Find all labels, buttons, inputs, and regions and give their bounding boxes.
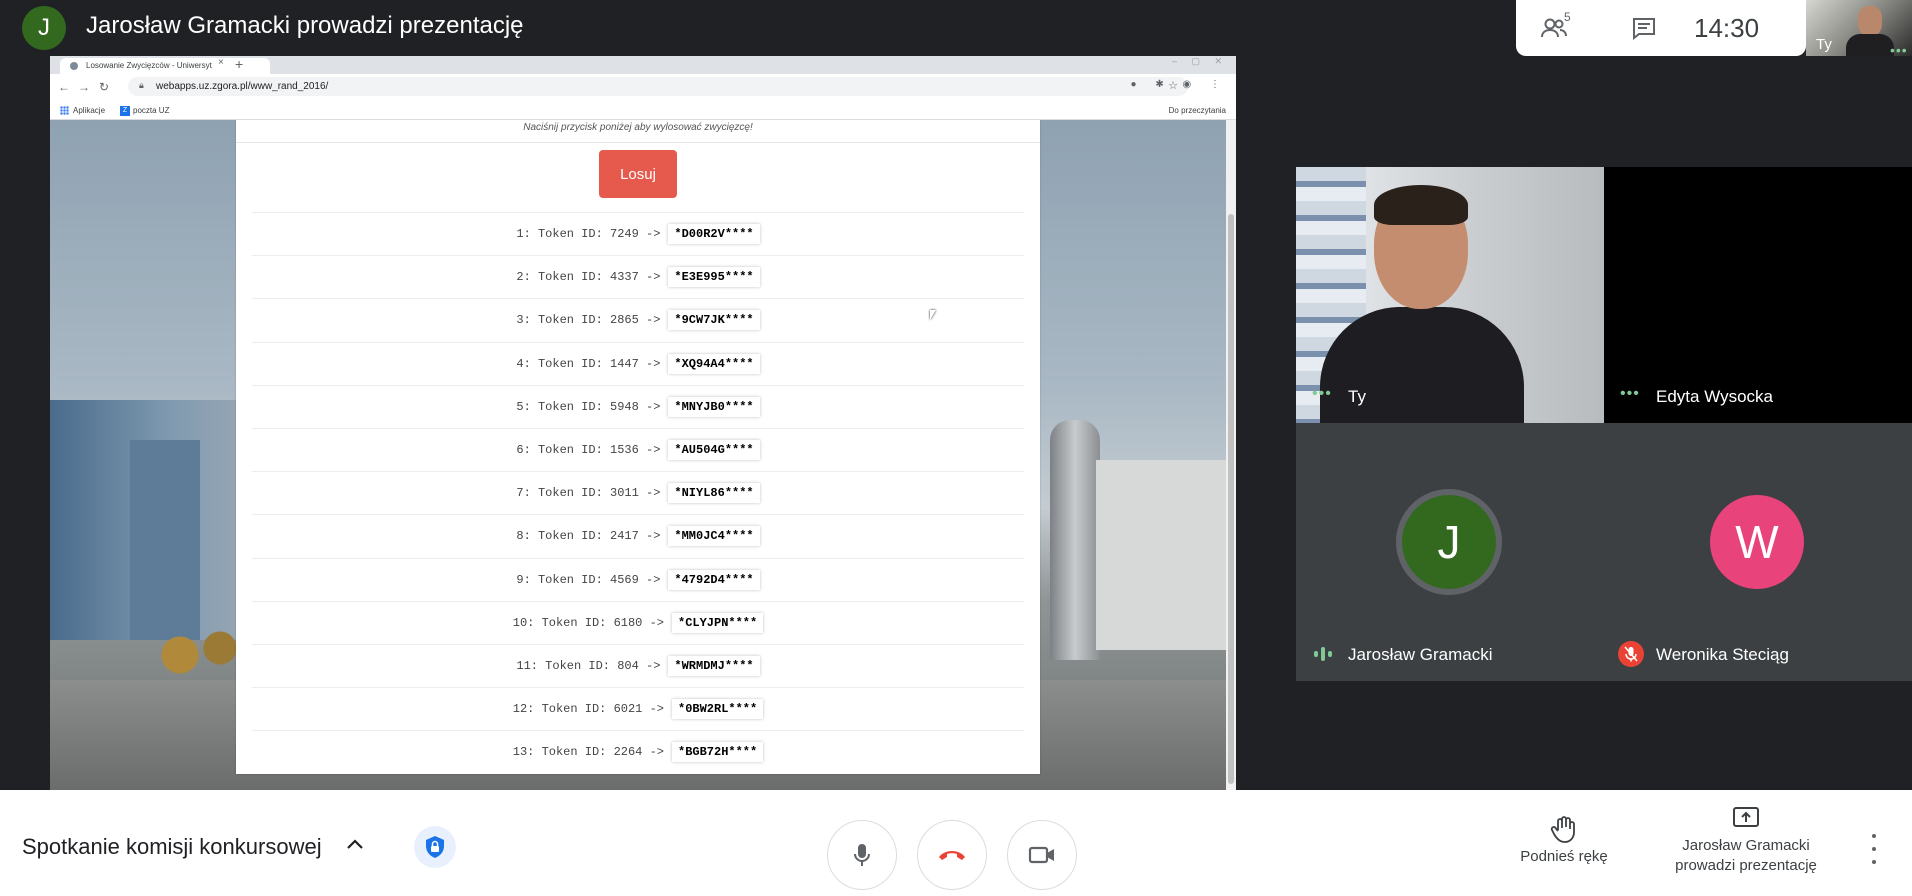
presenter-avatar: J (22, 6, 66, 50)
token-code: *AU504G**** (668, 440, 760, 461)
result-row: 13: Token ID: 2264 -> *BGB72H**** (252, 730, 1024, 773)
hangup-icon (939, 851, 965, 860)
chevron-up-icon[interactable] (346, 834, 364, 855)
lock-icon: 🔒︎ (139, 80, 144, 90)
result-row: 8: Token ID: 2417 -> *MM0JC4**** (252, 514, 1024, 557)
presentation-title: Jarosław Gramacki prowadzi prezentację (86, 12, 524, 39)
result-row: 11: Token ID: 804 -> *WRMDMJ**** (252, 643, 1024, 687)
result-row: 12: Token ID: 6021 -> *0BW2RL**** (252, 687, 1024, 730)
extension-icons[interactable]: ● ✱ ◉ ⋮ (1131, 79, 1228, 90)
result-row: 2: Token ID: 4337 -> *E3E995**** (252, 255, 1024, 298)
hangup-button[interactable] (917, 820, 987, 890)
result-row: 5: Token ID: 5948 -> *MNYJB0**** (252, 384, 1024, 428)
token-code: *E3E995**** (668, 267, 760, 288)
new-tab-icon[interactable]: + (235, 56, 243, 72)
scroll-thumb[interactable] (1228, 214, 1234, 784)
result-row: 6: Token ID: 1536 -> *AU504G**** (252, 427, 1024, 471)
token-code: *WRMDMJ**** (668, 655, 760, 676)
avatar: J (1402, 495, 1496, 589)
token-code: *BGB72H**** (672, 742, 764, 763)
participant-name: Edyta Wysocka (1656, 387, 1773, 406)
instruction-text: Naciśnij przycisk poniżej aby wylosować … (523, 122, 753, 133)
mic-button[interactable] (827, 820, 897, 890)
camera-button[interactable] (1007, 820, 1077, 890)
shared-screen: Losowanie Zwycięzców - Uniwersyt × + – ▢… (50, 56, 1236, 790)
present-label-line2: prowadzi prezentację (1675, 857, 1817, 874)
hand-icon (1550, 816, 1575, 843)
chat-icon (1633, 18, 1655, 40)
bookmarks-bar: Aplikacje Zpoczta UZ Do przeczytania (50, 100, 1236, 120)
participant-tile-self[interactable]: ••• Ty (1296, 167, 1604, 423)
result-row: 7: Token ID: 3011 -> *NIYL86**** (252, 471, 1024, 514)
result-row: 3: Token ID: 2865 -> *9CW7JK**** (252, 298, 1024, 341)
address-bar[interactable]: 🔒︎ webapps.uz.zgora.pl/www_rand_2016/ ☆ (128, 77, 1188, 96)
result-row: 1: Token ID: 7249 -> *D00R2V**** (252, 212, 1024, 255)
token-code: *CLYJPN**** (672, 612, 764, 633)
speaking-indicator: ••• (1890, 42, 1908, 56)
mic-off-icon (1618, 641, 1644, 667)
present-icon (1733, 807, 1759, 827)
window-controls[interactable]: – ▢ ✕ (1172, 56, 1228, 67)
mouse-cursor-icon (930, 310, 940, 320)
browser-tab-strip: Losowanie Zwycięzców - Uniwersyt × + – ▢… (50, 56, 1236, 74)
raise-hand-label: Podnieś rękę (1520, 848, 1608, 865)
back-icon[interactable]: ← (54, 80, 74, 94)
tab-close-icon[interactable]: × (218, 58, 224, 68)
participant-tile-jaroslaw[interactable]: J Jarosław Gramacki (1296, 423, 1604, 681)
browser-toolbar: ← → ↻ 🔒︎ webapps.uz.zgora.pl/www_rand_20… (50, 74, 1236, 100)
poczta-icon: Z (120, 106, 130, 116)
meeting-title[interactable]: Spotkanie komisji konkursowej (22, 834, 322, 860)
bottom-bar: Spotkanie komisji konkursowej Podnieś rę… (0, 790, 1912, 896)
token-code: *4792D4**** (668, 569, 760, 590)
bookmark-apps[interactable]: Aplikacje (60, 106, 105, 116)
token-code: *NIYL86**** (668, 483, 760, 504)
draw-panel: Naciśnij przycisk poniżej aby wylosować … (236, 120, 1040, 774)
present-button[interactable]: Jarosław Gramacki prowadzi prezentację (1656, 806, 1836, 876)
participant-name: Weronika Steciąg (1656, 645, 1789, 664)
more-vert-icon[interactable] (1864, 834, 1884, 864)
top-bar: J Jarosław Gramacki prowadzi prezentację… (0, 0, 1912, 56)
page-scrollbar[interactable] (1226, 120, 1236, 790)
speaking-indicator: ••• (1620, 385, 1640, 402)
audio-level-icon (1314, 647, 1332, 661)
participant-tile-weronika[interactable]: W Weronika Steciąg (1604, 423, 1912, 681)
token-code: *XQ94A4**** (668, 353, 760, 374)
forward-icon[interactable]: → (74, 80, 94, 94)
participants-button[interactable]: 5 (1526, 0, 1582, 56)
participant-tile-edyta[interactable]: ••• Edyta Wysocka (1604, 167, 1912, 423)
participants-count: 5 (1564, 10, 1571, 24)
lock-shield-icon[interactable] (414, 826, 456, 868)
self-view-thumbnail[interactable]: Ty ••• (1806, 0, 1912, 56)
chat-button[interactable] (1616, 0, 1672, 56)
clock: 14:30 (1694, 12, 1760, 43)
web-page-viewport: Naciśnij przycisk poniżej aby wylosować … (50, 120, 1236, 790)
token-code: *MNYJB0**** (668, 396, 760, 417)
speaking-indicator: ••• (1312, 385, 1332, 402)
apps-grid-icon (60, 106, 69, 116)
tab-title: Losowanie Zwycięzców - Uniwersyt (86, 61, 212, 70)
reload-icon[interactable]: ↻ (94, 80, 114, 94)
mic-icon (854, 844, 870, 866)
result-row: 9: Token ID: 4569 -> *4792D4**** (252, 557, 1024, 601)
top-controls: 5 14:30 (1516, 0, 1806, 56)
token-code: *0BW2RL**** (672, 699, 764, 720)
present-label-line1: Jarosław Gramacki (1682, 837, 1810, 854)
reading-list[interactable]: Do przeczytania (1169, 106, 1226, 115)
bookmark-poczta[interactable]: Zpoczta UZ (120, 106, 169, 116)
token-code: *MM0JC4**** (668, 526, 760, 547)
favicon-icon (70, 62, 78, 70)
participant-name: Jarosław Gramacki (1348, 645, 1493, 664)
self-thumbnail-label: Ty (1816, 36, 1832, 53)
raise-hand-button[interactable]: Podnieś rękę (1502, 814, 1626, 865)
draw-button[interactable]: Losuj (599, 150, 677, 198)
result-row: 4: Token ID: 1447 -> *XQ94A4**** (252, 341, 1024, 385)
avatar: W (1710, 495, 1804, 589)
camera-icon (1028, 846, 1054, 864)
token-code: *D00R2V**** (668, 224, 760, 245)
url-text: webapps.uz.zgora.pl/www_rand_2016/ (156, 81, 329, 92)
results-list: 1: Token ID: 7249 -> *D00R2V**** 2: Token… (252, 212, 1024, 773)
result-row: 10: Token ID: 6180 -> *CLYJPN**** (252, 600, 1024, 644)
token-code: *9CW7JK**** (668, 310, 760, 331)
participant-name: Ty (1348, 387, 1366, 406)
